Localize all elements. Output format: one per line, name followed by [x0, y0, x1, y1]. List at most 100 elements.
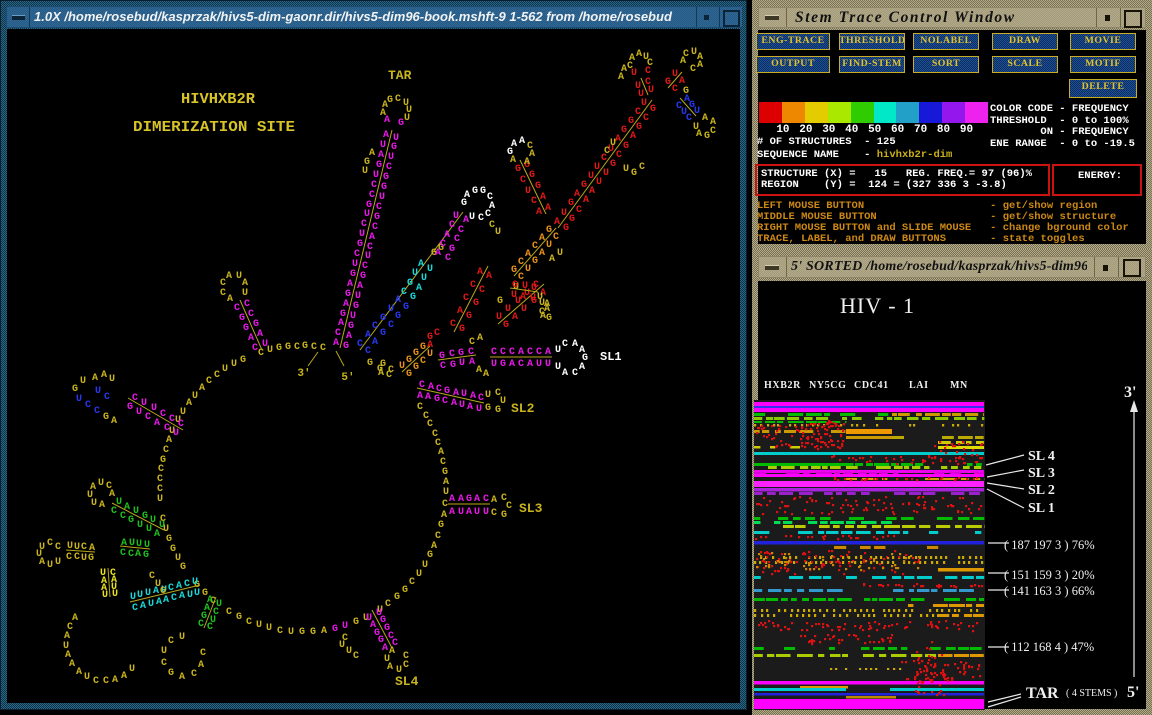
svg-text:U: U [422, 560, 428, 571]
svg-text:U: U [262, 339, 268, 350]
svg-text:A: A [449, 507, 455, 518]
svg-text:G: G [357, 239, 363, 250]
svg-text:C: C [81, 542, 87, 553]
svg-text:A: A [416, 283, 422, 294]
svg-text:C: C [468, 347, 474, 358]
svg-text:U: U [672, 69, 678, 80]
svg-text:C: C [645, 66, 651, 77]
svg-text:G: G [395, 311, 401, 322]
svg-text:G: G [380, 328, 386, 339]
svg-text:U: U [635, 81, 641, 92]
svg-text:A: A [540, 192, 546, 203]
svg-text:C: C [357, 339, 363, 350]
svg-text:NY5CG: NY5CG [809, 380, 846, 391]
svg-text:A: A [333, 338, 339, 349]
svg-text:A: A [549, 254, 555, 265]
svg-text:A: A [702, 113, 708, 124]
svg-text:G: G [403, 302, 409, 313]
svg-text:G: G [88, 553, 94, 564]
svg-text:( 187 197 3 ) 76%: ( 187 197 3 ) 76% [1004, 538, 1095, 552]
svg-text:C: C [157, 484, 163, 495]
svg-text:C: C [616, 150, 622, 161]
svg-text:G: G [398, 118, 404, 129]
svg-text:G: G [276, 343, 282, 354]
svg-text:C: C [132, 603, 138, 614]
svg-text:A: A [629, 53, 635, 64]
svg-text:C: C [419, 380, 425, 391]
svg-text:C: C [207, 622, 213, 633]
svg-text:U: U [485, 390, 491, 401]
svg-text:G: G [450, 360, 456, 371]
svg-text:U: U [288, 627, 294, 638]
svg-text:U: U [427, 264, 433, 275]
svg-text:U: U [476, 404, 482, 415]
svg-text:C: C [386, 162, 392, 173]
svg-text:G: G [449, 244, 455, 255]
svg-text:G: G [332, 624, 338, 635]
svg-text:A: A [467, 402, 473, 413]
svg-text:G: G [623, 141, 629, 152]
svg-text:A: A [417, 391, 423, 402]
svg-text:U: U [521, 304, 527, 315]
svg-text:U: U [151, 403, 157, 414]
svg-text:A: A [464, 190, 470, 201]
svg-text:C: C [403, 660, 409, 671]
svg-text:A: A [540, 311, 546, 322]
svg-text:A: A [618, 72, 624, 83]
svg-text:SL 3: SL 3 [1028, 466, 1055, 481]
svg-text:G: G [160, 586, 166, 597]
svg-text:G: G [350, 269, 356, 280]
svg-text:TAR: TAR [388, 68, 412, 83]
svg-text:G: G [239, 313, 245, 324]
svg-text:C: C [93, 676, 99, 687]
svg-text:U: U [352, 259, 358, 270]
svg-text:G: G [480, 186, 486, 197]
svg-text:C: C [371, 180, 377, 191]
svg-text:G: G [367, 358, 373, 369]
svg-text:A: A [227, 294, 233, 305]
svg-text:A: A [343, 299, 349, 310]
svg-text:G: G [621, 125, 627, 136]
svg-text:C: C [161, 658, 167, 669]
svg-text:C: C [395, 94, 401, 105]
svg-text:U: U [458, 507, 464, 518]
svg-text:A: A [579, 362, 585, 373]
svg-text:C: C [491, 508, 497, 519]
svg-text:G: G [497, 296, 503, 307]
svg-text:C: C [335, 328, 341, 339]
svg-text:G: G [343, 341, 349, 352]
svg-text:MN: MN [950, 380, 968, 391]
svg-text:G: G [546, 225, 552, 236]
svg-text:U: U [350, 311, 356, 322]
svg-text:A: A [511, 139, 517, 150]
svg-text:U: U [47, 560, 53, 571]
svg-text:A: A [179, 591, 185, 602]
svg-text:G: G [532, 256, 538, 267]
svg-text:U: U [146, 524, 152, 535]
svg-text:C: C [184, 579, 190, 590]
svg-text:A: A [257, 329, 263, 340]
svg-text:U: U [342, 621, 348, 632]
svg-text:C: C [234, 303, 240, 314]
svg-text:A: A [453, 388, 459, 399]
svg-text:G: G [406, 355, 412, 366]
svg-text:C: C [248, 309, 254, 320]
svg-text:LAI: LAI [909, 380, 929, 391]
svg-text:A: A [92, 373, 98, 384]
svg-text:C: C [639, 162, 645, 173]
svg-text:U: U [266, 623, 272, 634]
svg-text:C: C [470, 280, 476, 291]
svg-text:U: U [130, 592, 136, 603]
svg-text:A: A [226, 271, 232, 282]
svg-text:G: G [394, 592, 400, 603]
svg-text:A: A [121, 538, 127, 549]
svg-text:G: G [581, 180, 587, 191]
svg-text:G: G [512, 280, 518, 291]
svg-text:A: A [589, 186, 595, 197]
svg-text:A: A [199, 383, 205, 394]
svg-text:A: A [346, 331, 352, 342]
svg-text:C: C [367, 242, 373, 253]
svg-text:U: U [522, 281, 528, 292]
svg-text:G: G [406, 369, 412, 380]
svg-text:G: G [466, 311, 472, 322]
